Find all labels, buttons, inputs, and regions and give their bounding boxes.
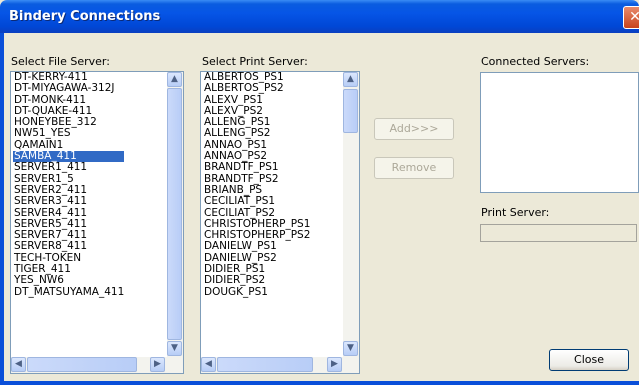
print-server-field-label: Print Server: [481, 206, 550, 219]
scroll-up-icon[interactable]: ▲ [343, 72, 358, 87]
scroll-down-icon[interactable]: ▼ [167, 341, 182, 356]
connected-servers-label: Connected Servers: [481, 55, 590, 68]
file-server-listbox[interactable]: DT-KERRY-411 DT-MIYAGAWA-312J DT-MONK-411 D… [10, 71, 184, 374]
add-button[interactable]: Add>>> [374, 118, 454, 140]
close-icon[interactable]: ✕ [623, 6, 639, 29]
print-server-listbox[interactable]: ALBERTOS_PS1 ALBERTOS_PS2 ALEXV_PS1 ALEXV_P… [200, 71, 360, 374]
scroll-up-icon[interactable]: ▲ [167, 72, 182, 87]
window-title: Bindery Connections [9, 9, 161, 24]
file-server-label: Select File Server: [11, 55, 110, 68]
list-item[interactable]: CECILIAT_PS1 [203, 195, 310, 207]
file-server-vscroll[interactable]: ▲ ▼ [167, 72, 183, 357]
list-item[interactable]: SERVER1_411 [13, 162, 124, 174]
list-item[interactable]: YES_NW6 [13, 275, 124, 287]
close-button[interactable]: Close [549, 349, 629, 371]
scroll-down-icon[interactable]: ▼ [343, 341, 358, 356]
window-frame-bottom [0, 381, 639, 385]
list-item[interactable]: SERVER3_411 [13, 195, 124, 207]
print-server-label: Select Print Server: [202, 55, 308, 68]
list-item[interactable]: DT_MATSUYAMA_411 [13, 286, 124, 298]
scroll-thumb[interactable] [217, 357, 313, 372]
list-item[interactable]: DIDIER_PS2 [203, 275, 310, 287]
print-server-vscroll[interactable]: ▲ ▼ [343, 72, 359, 357]
file-server-list: DT-KERRY-411 DT-MIYAGAWA-312J DT-MONK-411 D… [13, 72, 125, 298]
print-server-hscroll[interactable]: ◀ ▶ [201, 357, 359, 373]
list-item[interactable]: ALBERTOS_PS2 [203, 82, 310, 94]
scroll-right-icon[interactable]: ▶ [327, 357, 342, 372]
window-frame-left [0, 33, 4, 385]
scroll-thumb[interactable] [167, 88, 182, 340]
scroll-thumb[interactable] [27, 357, 137, 372]
list-item[interactable]: DOUGK_PS1 [203, 286, 310, 298]
list-item[interactable]: BRANDTF_PS1 [203, 162, 310, 174]
remove-button[interactable]: Remove [374, 157, 454, 179]
print-server-field [480, 224, 637, 242]
scroll-right-icon[interactable]: ▶ [150, 357, 165, 372]
print-server-list: ALBERTOS_PS1 ALBERTOS_PS2 ALEXV_PS1 ALEXV_P… [203, 72, 310, 298]
scroll-left-icon[interactable]: ◀ [11, 357, 26, 372]
scroll-thumb[interactable] [343, 89, 358, 133]
connected-servers-listbox[interactable] [480, 72, 639, 193]
file-server-hscroll[interactable]: ◀ ▶ [11, 357, 183, 373]
title-bar[interactable]: Bindery Connections ✕ [0, 0, 639, 33]
scroll-left-icon[interactable]: ◀ [201, 357, 216, 372]
list-item[interactable]: DT-MIYAGAWA-312J [13, 82, 124, 94]
